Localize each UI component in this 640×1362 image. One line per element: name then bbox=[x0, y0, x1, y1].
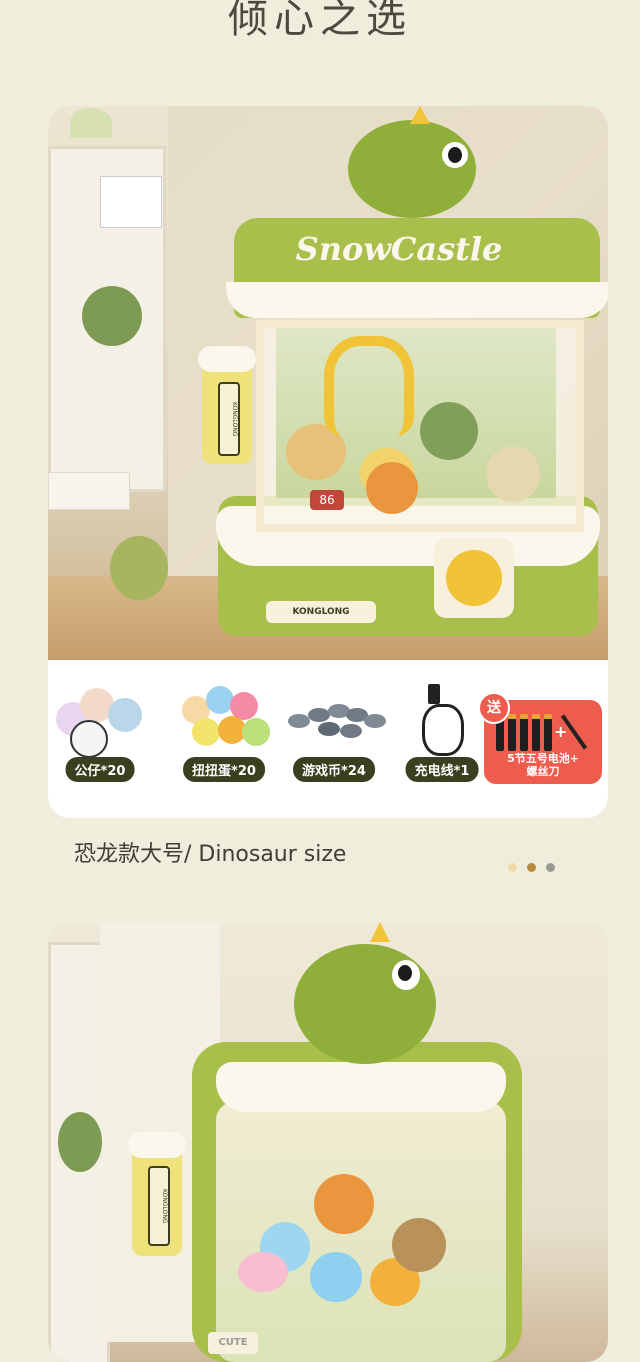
gift-tag: 送 bbox=[478, 692, 510, 724]
sign-snowcastle: SnowCastle bbox=[295, 230, 503, 268]
prize-cat-plush-2 bbox=[486, 446, 540, 502]
battery-icon bbox=[508, 714, 516, 751]
clock-decoration bbox=[70, 108, 112, 138]
gift-text: 5节五号电池+ 螺丝刀 bbox=[490, 752, 596, 778]
carousel-pager[interactable] bbox=[508, 857, 565, 876]
book-on-table bbox=[48, 472, 130, 510]
battery-icon bbox=[544, 714, 552, 751]
base-label: CUTE bbox=[208, 1332, 258, 1354]
product-photo-dinosaur-machine: KONGLONG 86 SnowCastle KONGLONG bbox=[48, 106, 608, 660]
accessory-label: 游戏币*24 bbox=[293, 757, 375, 782]
pager-dot[interactable] bbox=[546, 863, 555, 872]
side-panel-cap bbox=[198, 346, 256, 372]
base-brand-plate: KONGLONG bbox=[266, 601, 376, 623]
accessory-label: 公仔*20 bbox=[65, 757, 135, 782]
accessory-plush-toys: 公仔*20 bbox=[50, 674, 150, 794]
game-coins-icon bbox=[284, 674, 386, 758]
product-photo-machine-2: CUTE KONGLONG bbox=[48, 922, 608, 1362]
dino-plush bbox=[110, 536, 168, 600]
product-card-second[interactable]: CUTE KONGLONG bbox=[48, 922, 608, 1362]
roof-awning bbox=[226, 282, 608, 318]
plush-toys-icon bbox=[50, 674, 150, 758]
side-brand-label: KONGLONG bbox=[218, 382, 240, 456]
dinosaur-eye-icon bbox=[442, 142, 468, 168]
plus-icon: + bbox=[554, 722, 568, 741]
capsule-eggs-icon bbox=[174, 674, 274, 758]
product-caption: 恐龙款大号/ Dinosaur size bbox=[74, 842, 347, 867]
dinosaur-eye-icon bbox=[392, 960, 420, 990]
battery-icon bbox=[520, 714, 528, 751]
dinosaur-topper bbox=[294, 944, 436, 1064]
machine-glass-case bbox=[216, 1102, 506, 1362]
product-card-large[interactable]: KONGLONG 86 SnowCastle KONGLONG 公仔*20 扭扭… bbox=[48, 106, 608, 818]
accessory-label: 扭扭蛋*20 bbox=[183, 757, 265, 782]
side-panel-cap bbox=[128, 1132, 186, 1158]
prize-pink-plush bbox=[238, 1252, 288, 1292]
accessory-game-coins: 游戏币*24 bbox=[284, 674, 386, 794]
pager-dot-active[interactable] bbox=[527, 863, 536, 872]
books-decoration bbox=[100, 176, 162, 228]
claw bbox=[324, 336, 414, 436]
dinosaur-topper bbox=[348, 120, 476, 218]
pager-dot[interactable] bbox=[508, 863, 517, 872]
gift-text-line: 螺丝刀 bbox=[526, 765, 560, 778]
battery-icon bbox=[532, 714, 540, 751]
plant-decoration bbox=[82, 286, 142, 346]
prize-hamster-plush bbox=[314, 1174, 374, 1234]
page-title: 倾心之选 bbox=[228, 0, 412, 42]
accessory-label: 充电线*1 bbox=[405, 757, 479, 782]
plant-decoration bbox=[58, 1112, 102, 1172]
roof-awning bbox=[216, 1062, 506, 1112]
prize-lion-plush bbox=[392, 1218, 446, 1272]
dinosaur-horn bbox=[410, 106, 430, 124]
gift-text-line: 5节五号电池+ bbox=[507, 752, 579, 765]
score-display: 86 bbox=[310, 490, 344, 510]
dinosaur-horn bbox=[370, 922, 390, 942]
charging-cable-icon bbox=[392, 674, 492, 758]
prize-hamster-plush bbox=[366, 462, 418, 514]
side-brand-label: KONGLONG bbox=[148, 1166, 170, 1246]
prize-dino-plush bbox=[420, 402, 478, 460]
prize-cat-plush bbox=[310, 1252, 362, 1302]
capsule-in-door bbox=[446, 550, 502, 606]
accessory-capsule-eggs: 扭扭蛋*20 bbox=[174, 674, 274, 794]
accessory-charging-cable: 充电线*1 bbox=[392, 674, 492, 794]
